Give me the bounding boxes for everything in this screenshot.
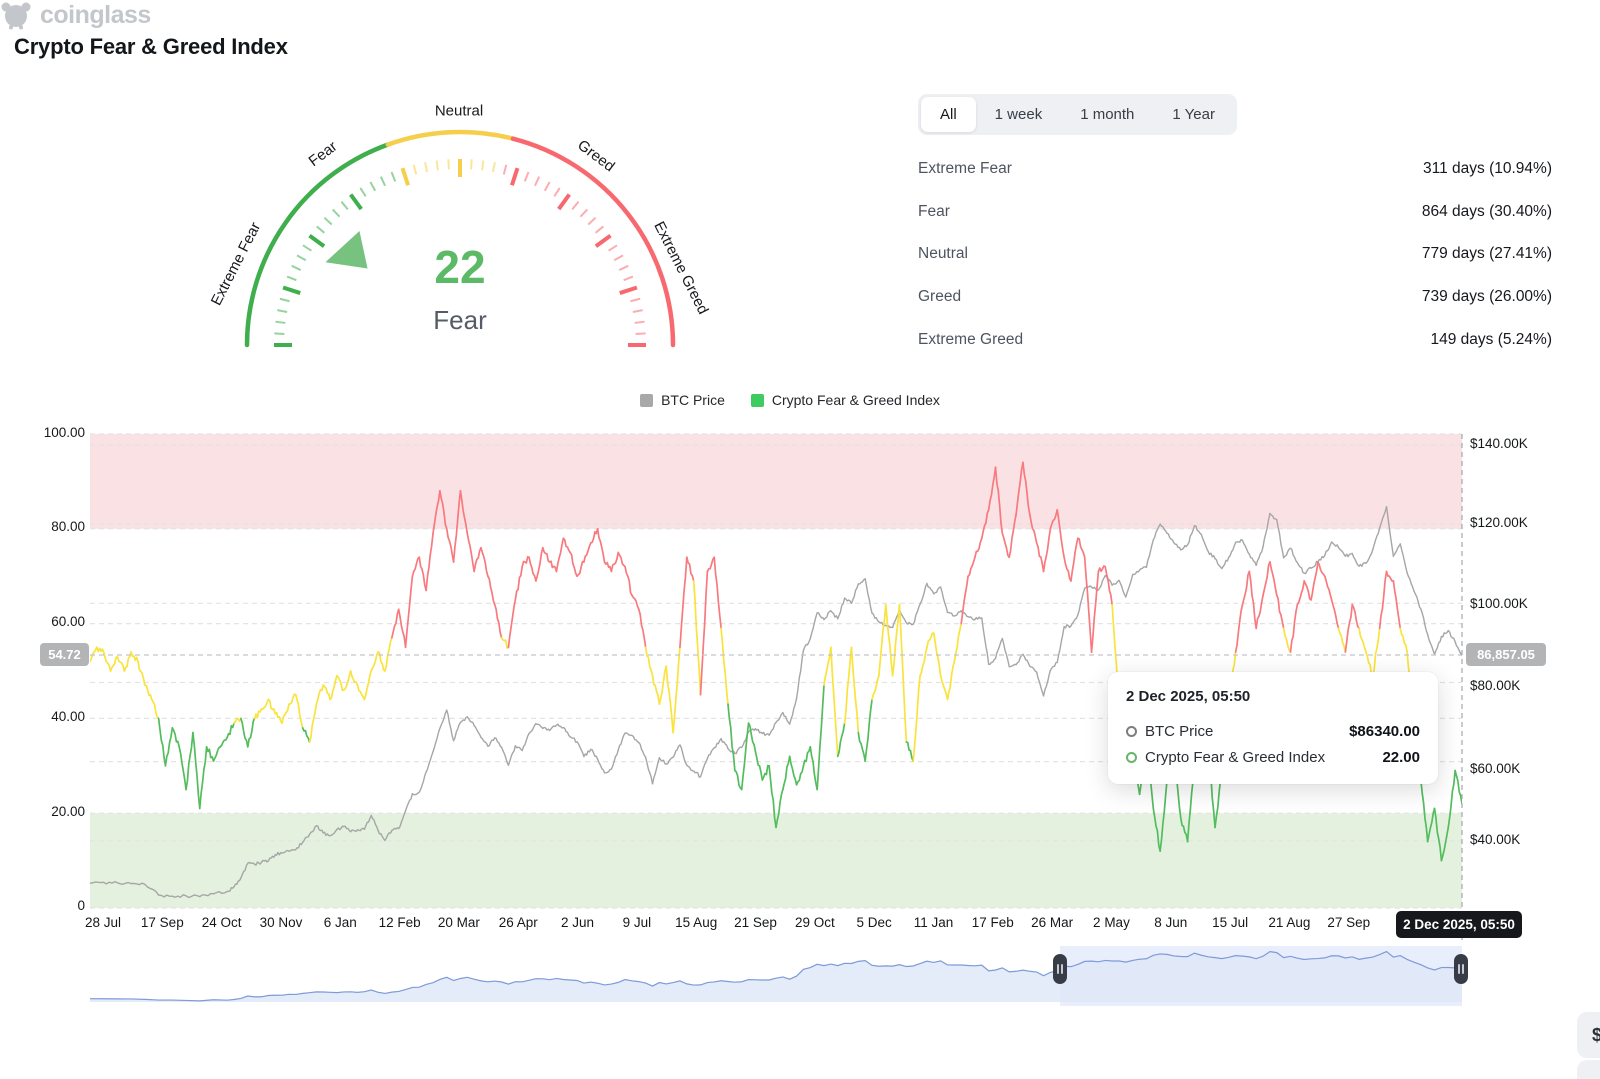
tab-all[interactable]: All bbox=[921, 97, 976, 132]
left-axis-tick: 40.00 bbox=[18, 709, 85, 724]
index-marker-icon bbox=[1126, 752, 1137, 763]
left-axis-tick: 0 bbox=[18, 898, 85, 913]
navigator-handle-left[interactable] bbox=[1053, 954, 1067, 984]
tooltip-value: 22.00 bbox=[1382, 749, 1420, 766]
stat-value: 149 days (5.24%) bbox=[1431, 331, 1553, 349]
currency-icon: $ bbox=[1592, 1025, 1600, 1046]
crypto-fear-greed-page: Crypto Fear & Greed Index Extreme Fear F… bbox=[0, 0, 1600, 1079]
tab-1-week[interactable]: 1 week bbox=[976, 97, 1062, 132]
right-axis-tick: $100.00K bbox=[1470, 596, 1560, 611]
gauge-classification: Fear bbox=[390, 305, 530, 336]
tooltip-value: $86340.00 bbox=[1349, 723, 1420, 740]
table-row: Extreme Fear 311 days (10.94%) bbox=[918, 148, 1552, 191]
legend-label: Crypto Fear & Greed Index bbox=[772, 392, 940, 408]
table-row: Greed 739 days (26.00%) bbox=[918, 276, 1552, 319]
stat-value: 779 days (27.41%) bbox=[1422, 245, 1552, 263]
tab-1-month[interactable]: 1 month bbox=[1061, 97, 1153, 132]
right-axis-tick: $140.00K bbox=[1470, 436, 1560, 451]
corner-button[interactable] bbox=[1577, 1060, 1600, 1079]
table-row: Fear 864 days (30.40%) bbox=[918, 191, 1552, 234]
tooltip-label: BTC Price bbox=[1145, 723, 1341, 740]
left-axis-tick: 20.00 bbox=[18, 804, 85, 819]
btc-marker-icon bbox=[1126, 726, 1137, 737]
right-axis-crosshair-badge: 86,857.05 bbox=[1466, 643, 1546, 666]
legend-label: BTC Price bbox=[661, 392, 725, 408]
table-row: Extreme Greed 149 days (5.24%) bbox=[918, 318, 1552, 361]
right-axis-tick: $60.00K bbox=[1470, 761, 1560, 776]
tooltip-row-index: Crypto Fear & Greed Index 22.00 bbox=[1126, 744, 1420, 770]
gauge-value: 22 bbox=[390, 240, 530, 294]
stat-value: 864 days (30.40%) bbox=[1422, 203, 1552, 221]
legend-item-index[interactable]: Crypto Fear & Greed Index bbox=[751, 392, 940, 408]
left-axis-tick: 80.00 bbox=[18, 519, 85, 534]
right-axis-tick: $40.00K bbox=[1470, 832, 1560, 847]
stat-label: Extreme Fear bbox=[918, 160, 1012, 178]
btc-swatch-icon bbox=[640, 394, 653, 407]
zone-stats-table: Extreme Fear 311 days (10.94%) Fear 864 … bbox=[918, 148, 1552, 361]
right-axis-tick: $120.00K bbox=[1470, 515, 1560, 530]
left-axis-tick: 100.00 bbox=[18, 425, 85, 440]
currency-button[interactable]: $ bbox=[1577, 1012, 1600, 1058]
left-axis-tick: 60.00 bbox=[18, 614, 85, 629]
index-swatch-icon bbox=[751, 394, 764, 407]
legend-item-btc[interactable]: BTC Price bbox=[640, 392, 725, 408]
stat-value: 739 days (26.00%) bbox=[1422, 288, 1552, 306]
tooltip-date: 2 Dec 2025, 05:50 bbox=[1126, 688, 1420, 705]
stat-label: Extreme Greed bbox=[918, 331, 1023, 349]
right-axis-tick: $80.00K bbox=[1470, 678, 1560, 693]
x-axis-date-badge: 2 Dec 2025, 05:50 bbox=[1396, 911, 1522, 938]
tab-1-year[interactable]: 1 Year bbox=[1153, 97, 1234, 132]
chart-tooltip: 2 Dec 2025, 05:50 BTC Price $86340.00 Cr… bbox=[1108, 672, 1438, 784]
navigator-handle-right[interactable] bbox=[1454, 954, 1468, 984]
chart-legend: BTC Price Crypto Fear & Greed Index bbox=[0, 392, 1580, 408]
table-row: Neutral 779 days (27.41%) bbox=[918, 233, 1552, 276]
tooltip-row-btc: BTC Price $86340.00 bbox=[1126, 718, 1420, 744]
stat-label: Greed bbox=[918, 288, 961, 306]
stat-value: 311 days (10.94%) bbox=[1423, 160, 1552, 178]
stat-label: Fear bbox=[918, 203, 950, 221]
stat-label: Neutral bbox=[918, 245, 968, 263]
time-range-tabs: All 1 week 1 month 1 Year bbox=[918, 94, 1237, 135]
tooltip-label: Crypto Fear & Greed Index bbox=[1145, 749, 1374, 766]
left-axis-crosshair-badge: 54.72 bbox=[40, 643, 89, 666]
